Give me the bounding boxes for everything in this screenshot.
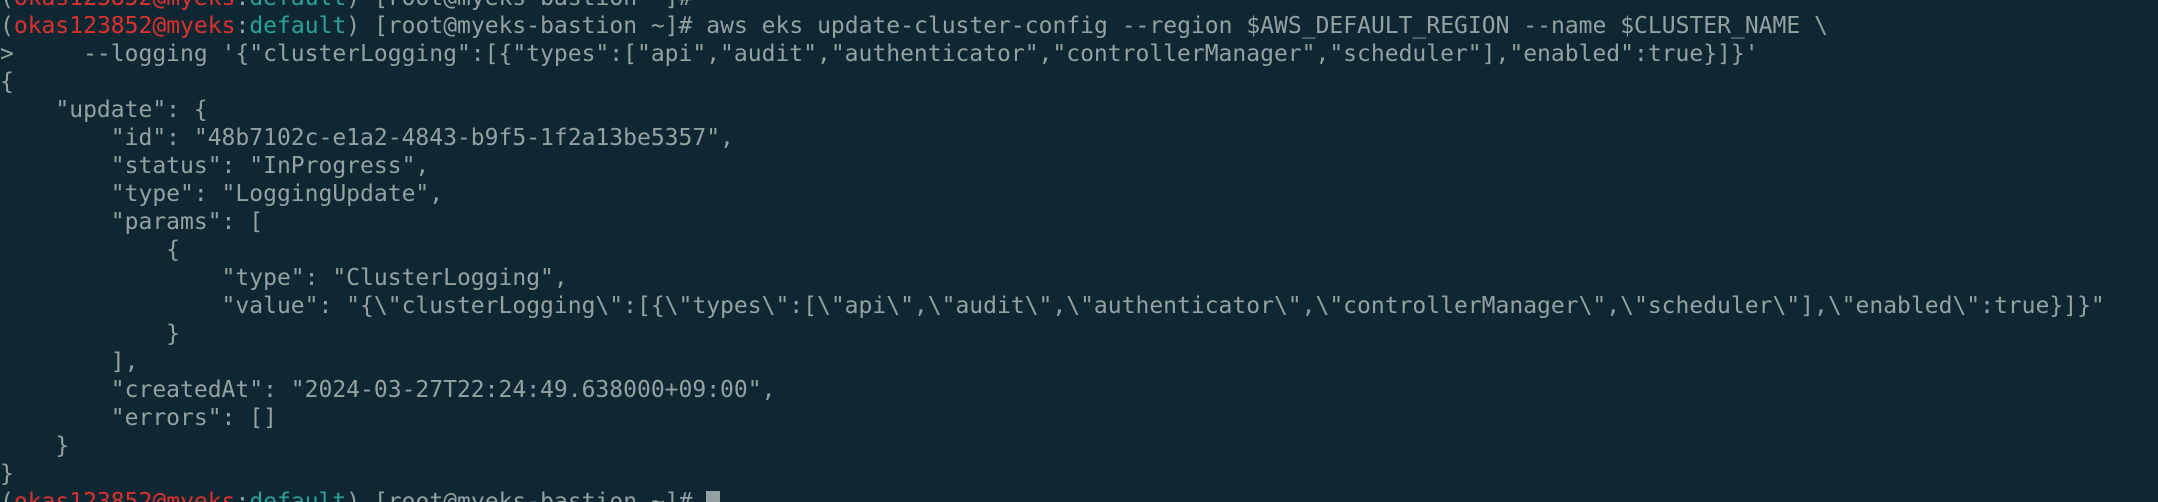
terminal-line-output: "createdAt": "2024-03-27T22:24:49.638000… bbox=[0, 377, 776, 403]
prompt-open-paren: ( bbox=[0, 13, 14, 39]
terminal-line-output: } bbox=[0, 461, 14, 487]
terminal-line-command: (okas123852@myeks:default) [root@myeks-b… bbox=[0, 12, 2105, 40]
prompt-user: okas123852 bbox=[13, 13, 153, 39]
prompt-open-paren: ( bbox=[0, 489, 14, 502]
prompt-at: @ bbox=[152, 13, 167, 39]
terminal-line-output: "update": { bbox=[0, 97, 208, 123]
terminal-line-output: "type": "LoggingUpdate", bbox=[0, 181, 444, 207]
prompt-close-paren: ) bbox=[346, 13, 361, 39]
terminal-output: (okas123852@myeks:default) [root@myeks-b… bbox=[0, 0, 2105, 502]
prompt-host: myeks bbox=[166, 13, 236, 39]
terminal-line-output: "value": "{\"clusterLogging\":[{\"types\… bbox=[0, 293, 2105, 319]
terminal-cursor[interactable] bbox=[706, 490, 721, 502]
terminal-line-output: "status": "InProgress", bbox=[0, 153, 430, 179]
terminal-line-output: } bbox=[0, 433, 70, 459]
prompt-host: myeks bbox=[166, 489, 236, 502]
terminal-line-output: { bbox=[0, 69, 14, 95]
prompt-close-paren: ) bbox=[346, 0, 360, 11]
terminal-line-output: ], bbox=[0, 349, 139, 375]
prompt-close-paren: ) bbox=[346, 489, 361, 502]
terminal-line-prompt-current[interactable]: (okas123852@myeks:default) [root@myeks-b… bbox=[0, 488, 2105, 502]
terminal-line-output: "params": [ bbox=[0, 209, 264, 235]
terminal-line-prompt-previous: (okas123852@myeks:default) [root@myeks-b… bbox=[0, 0, 2105, 12]
prompt-user: okas123852 bbox=[14, 0, 152, 11]
terminal-line-output: "errors": [] bbox=[0, 405, 277, 431]
terminal-line-output: "type": "ClusterLogging", bbox=[0, 265, 568, 291]
prompt-context: default bbox=[249, 13, 347, 39]
prompt-host: myeks bbox=[166, 0, 235, 11]
command-text: aws eks update-cluster-config --region $… bbox=[706, 13, 1828, 39]
prompt-shell: [root@myeks-bastion ~]# bbox=[360, 0, 706, 11]
prompt-user: okas123852 bbox=[13, 489, 153, 502]
prompt-shell: [root@myeks-bastion ~]# bbox=[360, 13, 707, 39]
prompt-open-paren: ( bbox=[0, 0, 14, 11]
terminal-line-output: } bbox=[0, 321, 181, 347]
terminal-line-output: { bbox=[0, 237, 181, 263]
prompt-context: default bbox=[249, 489, 347, 502]
prompt-context: default bbox=[249, 0, 346, 11]
prompt-at: @ bbox=[152, 0, 166, 11]
terminal-line-continuation: > --logging '{"clusterLogging":[{"types"… bbox=[0, 41, 1759, 67]
prompt-colon: : bbox=[235, 0, 249, 11]
prompt-colon: : bbox=[235, 13, 250, 39]
terminal-window[interactable]: (okas123852@myeks:default) [root@myeks-b… bbox=[0, 0, 2158, 502]
prompt-shell: [root@myeks-bastion ~]# bbox=[360, 489, 707, 502]
prompt-at: @ bbox=[152, 489, 167, 502]
prompt-colon: : bbox=[235, 489, 250, 502]
terminal-line-output: "id": "48b7102c-e1a2-4843-b9f5-1f2a13be5… bbox=[0, 125, 734, 151]
